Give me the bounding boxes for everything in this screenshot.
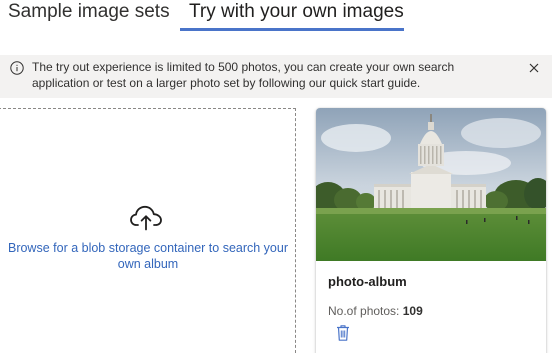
tab-label: Sample image sets	[8, 1, 170, 22]
browse-dropzone[interactable]: Browse for a blob storage container to s…	[0, 108, 296, 353]
trash-icon[interactable]	[335, 324, 351, 342]
photo-count-value: 109	[402, 304, 423, 318]
close-icon[interactable]	[526, 60, 542, 76]
album-thumbnail-image	[316, 108, 546, 261]
album-card[interactable]: photo-album No.of photos: 109	[316, 108, 546, 353]
info-message-bar: The try out experience is limited to 500…	[0, 55, 552, 98]
info-message-text: The try out experience is limited to 500…	[32, 60, 455, 90]
selected-tab-indicator	[180, 28, 404, 31]
info-icon	[10, 61, 24, 75]
pivot-tabs: Sample image sets Try with your own imag…	[0, 0, 552, 44]
cloud-upload-icon	[130, 205, 162, 231]
tab-sample-image-sets[interactable]: Sample image sets	[8, 0, 170, 32]
tab-label: Try with your own images	[189, 1, 404, 22]
photo-count: No.of photos: 109	[328, 304, 423, 318]
photo-count-label: No.of photos:	[328, 304, 400, 318]
browse-container-link[interactable]: Browse for a blob storage container to s…	[6, 240, 290, 272]
album-title: photo-album	[328, 274, 407, 289]
